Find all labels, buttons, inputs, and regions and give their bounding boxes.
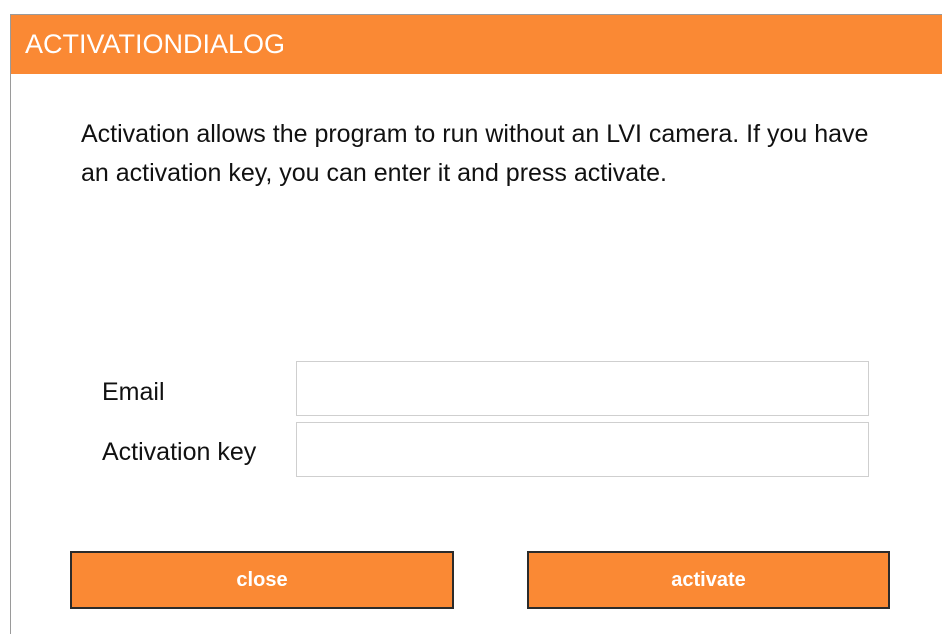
dialog-title: ACTIVATIONDIALOG xyxy=(25,29,286,59)
activation-description: Activation allows the program to run wit… xyxy=(81,120,869,187)
email-label: Email xyxy=(102,378,165,406)
close-button[interactable]: close xyxy=(70,551,454,609)
dialog-titlebar: ACTIVATIONDIALOG xyxy=(11,14,942,74)
email-field[interactable] xyxy=(296,361,869,416)
activation-key-label: Activation key xyxy=(102,438,257,466)
activate-button[interactable]: activate xyxy=(527,551,890,609)
activation-key-field[interactable] xyxy=(296,422,869,477)
activation-dialog: ACTIVATIONDIALOG Activation allows the p… xyxy=(10,14,942,634)
